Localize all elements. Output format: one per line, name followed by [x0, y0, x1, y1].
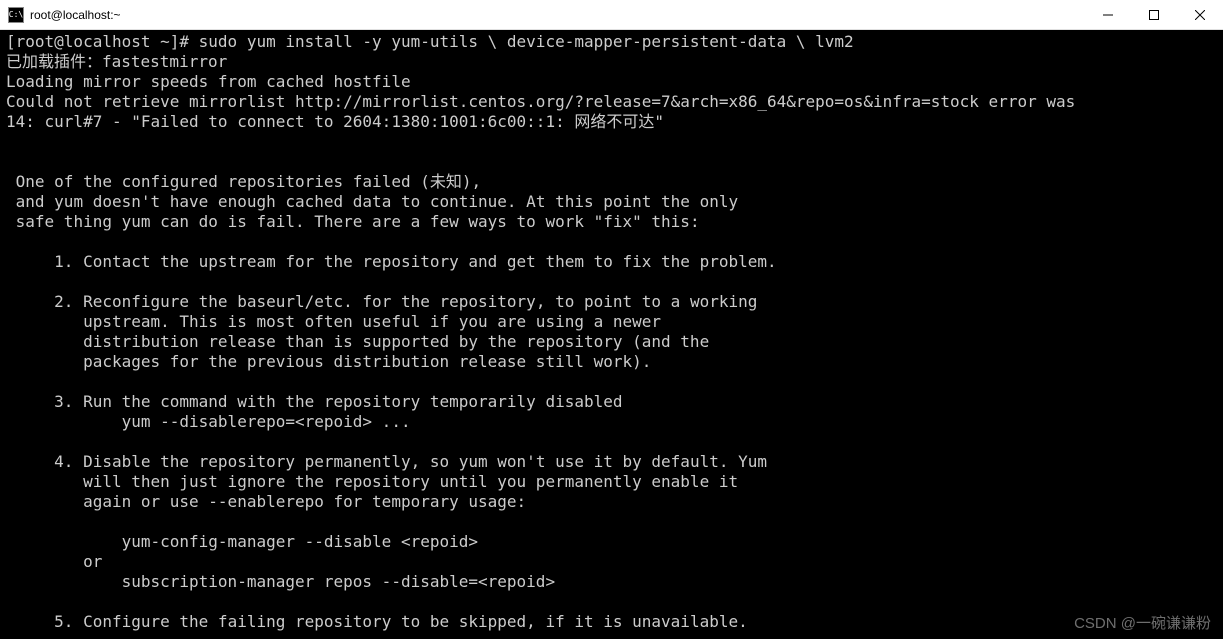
terminal-line: packages for the previous distribution r… [6, 352, 651, 371]
terminal-line: One of the configured repositories faile… [6, 172, 481, 191]
terminal-line: 5. Configure the failing repository to b… [6, 612, 748, 631]
shell-command: sudo yum install -y yum-utils \ device-m… [199, 32, 854, 51]
terminal-line: Loading mirror speeds from cached hostfi… [6, 72, 411, 91]
terminal-line: distribution release than is supported b… [6, 332, 709, 351]
close-button[interactable] [1177, 0, 1223, 30]
terminal-output[interactable]: [root@localhost ~]# sudo yum install -y … [0, 30, 1223, 639]
terminal-line: or [6, 552, 102, 571]
terminal-line: again or use --enablerepo for temporary … [6, 492, 526, 511]
terminal-line: 4. Disable the repository permanently, s… [6, 452, 767, 471]
terminal-line: 3. Run the command with the repository t… [6, 392, 623, 411]
terminal-icon: C:\ [8, 7, 24, 23]
terminal-line: 14: curl#7 - "Failed to connect to 2604:… [6, 112, 664, 131]
terminal-line: safe thing yum can do is fail. There are… [6, 212, 700, 231]
minimize-button[interactable] [1085, 0, 1131, 30]
terminal-line: upstream. This is most often useful if y… [6, 312, 661, 331]
terminal-line: 已加载插件：fastestmirror [6, 52, 227, 71]
terminal-line: and yum doesn't have enough cached data … [6, 192, 738, 211]
window-titlebar: C:\ root@localhost:~ [0, 0, 1223, 30]
terminal-line: Could not retrieve mirrorlist http://mir… [6, 92, 1075, 111]
terminal-line: 1. Contact the upstream for the reposito… [6, 252, 777, 271]
window-controls [1085, 0, 1223, 29]
terminal-line: will then just ignore the repository unt… [6, 472, 738, 491]
terminal-line: 2. Reconfigure the baseurl/etc. for the … [6, 292, 757, 311]
terminal-line: subscription-manager repos --disable=<re… [6, 572, 555, 591]
window-title: root@localhost:~ [30, 8, 1085, 22]
terminal-line: yum --disablerepo=<repoid> ... [6, 412, 411, 431]
shell-prompt: [root@localhost ~]# [6, 32, 199, 51]
terminal-line: yum-config-manager --disable <repoid> [6, 532, 478, 551]
maximize-button[interactable] [1131, 0, 1177, 30]
